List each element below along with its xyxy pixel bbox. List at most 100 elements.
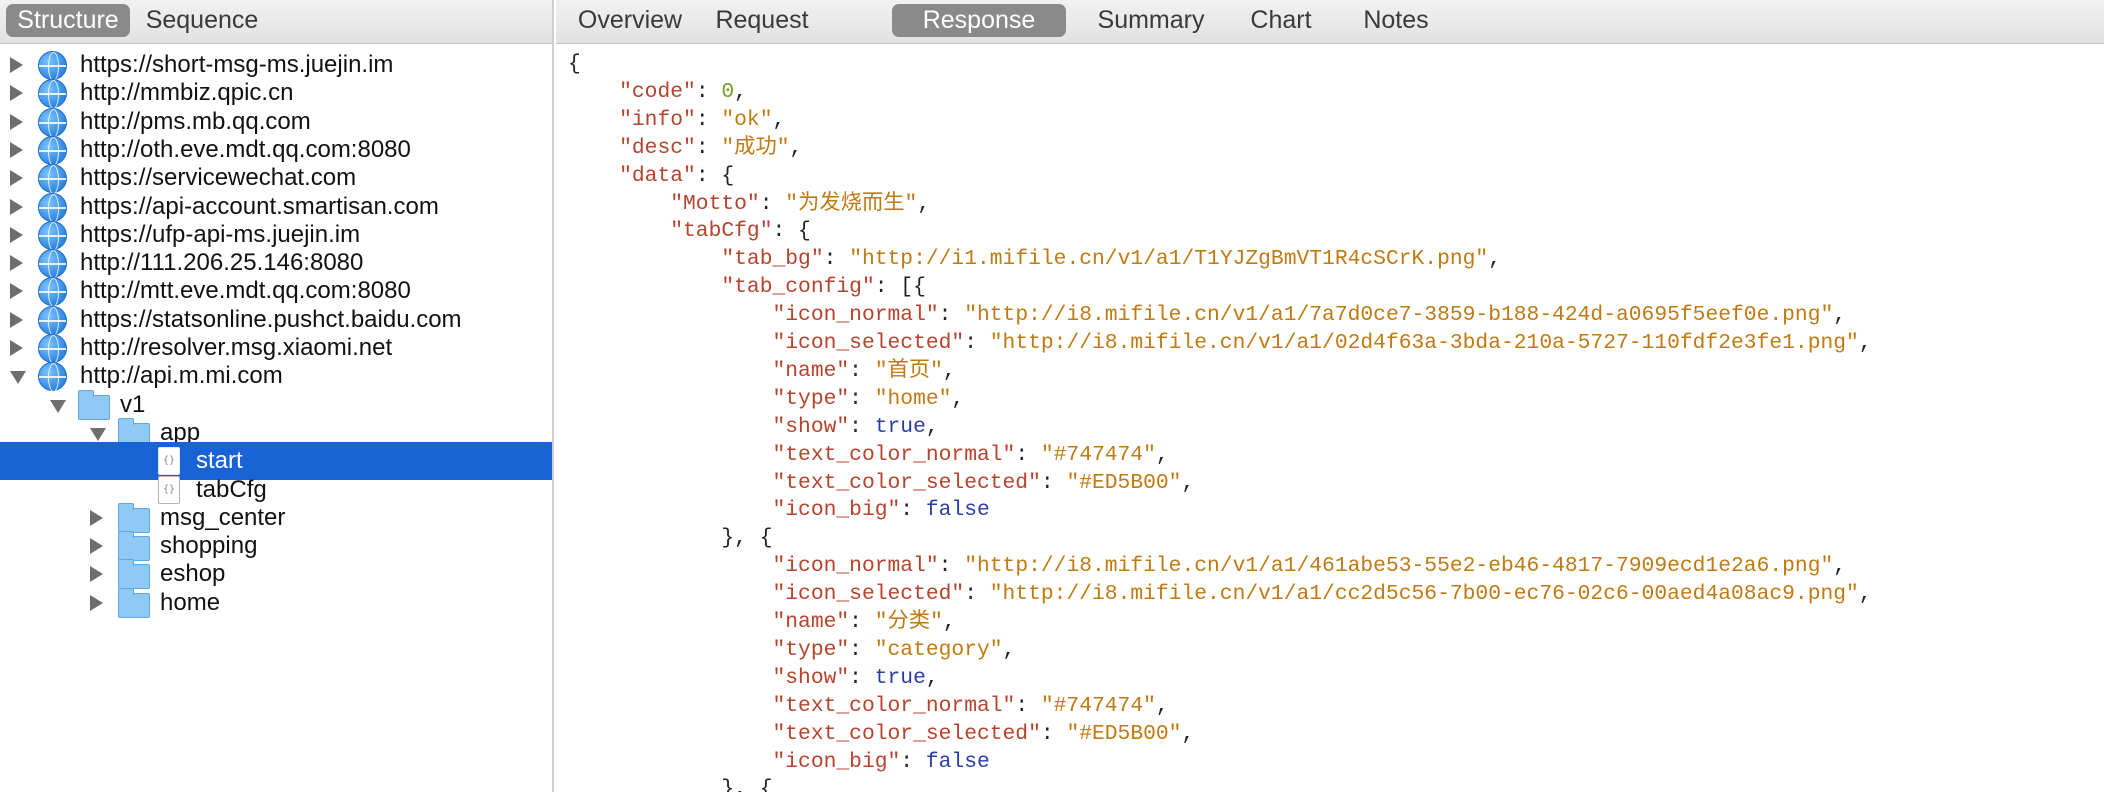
code-token: 0 — [721, 80, 735, 104]
disclosure-collapsed-icon[interactable] — [10, 170, 23, 186]
code-token: : { — [772, 219, 811, 243]
tab-sequence[interactable]: Sequence — [140, 4, 264, 37]
code-line: "name": "首页", — [568, 357, 956, 385]
code-line: "text_color_selected": "#ED5B00", — [568, 469, 1194, 497]
code-token: "show" — [772, 415, 850, 439]
code-line: "Motto": "为发烧而生", — [568, 190, 930, 218]
code-token: "#747474" — [1040, 443, 1156, 467]
code-token: "#ED5B00" — [1066, 471, 1182, 495]
code-token: "#ED5B00" — [1066, 722, 1182, 746]
code-line: { — [568, 50, 581, 78]
tab-structure[interactable]: Structure — [6, 4, 130, 37]
code-token: : — [938, 303, 965, 327]
code-token: "category" — [874, 638, 1003, 662]
code-token: : — [938, 554, 965, 578]
disclosure-collapsed-icon[interactable] — [10, 340, 23, 356]
code-line: "info": "ok", — [568, 106, 785, 134]
code-line: "icon_normal": "http://i8.mifile.cn/v1/a… — [568, 301, 1846, 329]
code-token: , — [1833, 303, 1847, 327]
disclosure-collapsed-icon[interactable] — [10, 312, 23, 328]
code-token: : — [695, 108, 722, 132]
tab-notes[interactable]: Notes — [1346, 4, 1446, 37]
disclosure-collapsed-icon[interactable] — [10, 227, 23, 243]
detail-tab-bar: Overview Request Response Summary Chart … — [556, 0, 2104, 44]
code-line: "tab_config": [{ — [568, 273, 926, 301]
code-token: : — [759, 192, 786, 216]
code-token: "code" — [619, 80, 696, 104]
code-token: "tabCfg" — [670, 219, 773, 243]
tab-request[interactable]: Request — [700, 4, 824, 37]
code-line: "type": "home", — [568, 385, 964, 413]
code-token: false — [925, 498, 990, 522]
disclosure-collapsed-icon[interactable] — [90, 510, 103, 526]
disclosure-collapsed-icon[interactable] — [10, 85, 23, 101]
code-token: "http://i8.mifile.cn/v1/a1/7a7d0ce7-3859… — [964, 303, 1834, 327]
code-line: "tabCfg": { — [568, 217, 811, 245]
code-token: , — [789, 136, 803, 160]
disclosure-collapsed-icon[interactable] — [10, 255, 23, 271]
disclosure-collapsed-icon[interactable] — [10, 114, 23, 130]
tree-row[interactable]: home — [0, 584, 552, 622]
disclosure-expanded-icon[interactable] — [90, 428, 106, 441]
code-token: "Motto" — [670, 192, 760, 216]
code-token: "http://i8.mifile.cn/v1/a1/461abe53-55e2… — [964, 554, 1834, 578]
disclosure-expanded-icon[interactable] — [10, 371, 26, 384]
code-line: "name": "分类", — [568, 608, 955, 636]
code-token: "icon_normal" — [772, 303, 939, 327]
code-line: "icon_selected": "http://i8.mifile.cn/v1… — [568, 580, 1871, 608]
left-view-switcher: Structure Sequence — [0, 0, 552, 44]
code-token: : — [1015, 694, 1041, 718]
code-token: : — [823, 247, 850, 271]
code-token: "type" — [772, 638, 850, 662]
disclosure-collapsed-icon[interactable] — [90, 538, 103, 554]
code-token: { — [568, 52, 581, 76]
code-token: , — [1181, 722, 1195, 746]
code-line: "show": true, — [568, 413, 938, 441]
code-token: , — [1002, 638, 1016, 662]
code-token: "分类" — [874, 610, 943, 634]
disclosure-collapsed-icon[interactable] — [10, 283, 23, 299]
tab-overview[interactable]: Overview — [568, 4, 692, 37]
code-token: "http://i8.mifile.cn/v1/a1/02d4f63a-3bda… — [989, 331, 1859, 355]
code-token: , — [951, 387, 965, 411]
code-line: }, { — [568, 524, 772, 552]
code-token: : — [1040, 471, 1067, 495]
code-token: "http://i1.mifile.cn/v1/a1/T1YJZgBmVT1R4… — [849, 247, 1489, 271]
code-token: , — [734, 80, 747, 104]
code-token: "http://i8.mifile.cn/v1/a1/cc2d5c56-7b00… — [989, 582, 1859, 606]
code-token: "首页" — [874, 359, 943, 383]
code-token: , — [925, 666, 939, 690]
code-token: : [{ — [874, 275, 926, 299]
code-line: "icon_selected": "http://i8.mifile.cn/v1… — [568, 329, 1871, 357]
code-token: , — [772, 108, 786, 132]
code-token: "info" — [619, 108, 696, 132]
disclosure-collapsed-icon[interactable] — [10, 57, 23, 73]
tab-response[interactable]: Response — [892, 4, 1066, 37]
code-token: }, { — [568, 777, 773, 792]
disclosure-collapsed-icon[interactable] — [10, 142, 23, 158]
disclosure-collapsed-icon[interactable] — [10, 199, 23, 215]
code-token: true — [874, 415, 926, 439]
disclosure-collapsed-icon[interactable] — [90, 566, 103, 582]
code-token: false — [925, 750, 990, 774]
code-token: : — [1040, 722, 1067, 746]
tab-summary[interactable]: Summary — [1086, 4, 1216, 37]
disclosure-collapsed-icon[interactable] — [90, 595, 103, 611]
response-json-viewer[interactable]: { "code": 0, "info": "ok", "desc": "成功",… — [556, 46, 2104, 792]
code-token: , — [942, 359, 956, 383]
disclosure-expanded-icon[interactable] — [50, 400, 66, 413]
tab-chart[interactable]: Chart — [1236, 4, 1326, 37]
